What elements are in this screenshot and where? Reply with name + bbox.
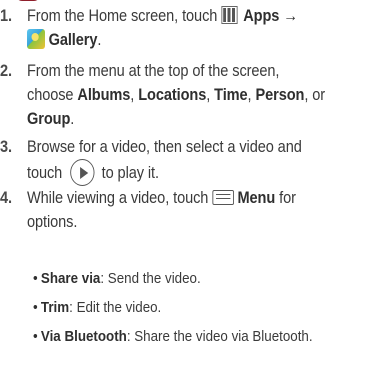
group-label: Group (27, 110, 71, 128)
step-line: From the Home screen, touch Apps → (27, 4, 298, 28)
gallery-label: Gallery (48, 31, 98, 49)
step-text: Browse for a video, then select a video … (27, 135, 302, 186)
step-text: From the Home screen, touch Apps → Galle… (27, 4, 298, 52)
step-text-prefix: choose (27, 86, 74, 104)
person-label: Person (255, 86, 305, 104)
gallery-icon (27, 29, 45, 49)
step-number: 3. (0, 138, 12, 156)
heading-fragment (16, 0, 40, 1)
play-icon (69, 159, 95, 186)
separator: , (247, 86, 252, 104)
bullet-label: Via Bluetooth (40, 328, 127, 345)
bullet-share-via: • Share via: Send the video. (33, 267, 201, 291)
step-number: 2. (0, 62, 12, 80)
step-number: 4. (0, 189, 12, 207)
step-text: From the menu at the top of the screen, … (27, 59, 325, 131)
bullet-label: Trim (40, 299, 70, 316)
or-text: , or (304, 86, 326, 104)
apps-grid-icon (221, 6, 238, 24)
step-line: options. (27, 213, 78, 231)
bullet-trim: • Trim: Edit the video. (33, 296, 161, 320)
menu-icon (212, 190, 234, 205)
step-text-prefix: From the Home screen, touch (27, 7, 218, 25)
separator: , (130, 86, 135, 104)
bullet-text: : Send the video. (100, 270, 201, 287)
time-label: Time (214, 86, 248, 104)
step-text-suffix: to play it. (101, 164, 159, 182)
instruction-page: 1. From the Home screen, touch Apps → Ga… (0, 0, 374, 367)
bullet-icon: • (33, 270, 38, 287)
menu-label: Menu (237, 189, 276, 207)
bullet-text: : Edit the video. (69, 299, 162, 316)
step-line: While viewing a video, touch Menu for (27, 186, 296, 210)
bullet-via-bluetooth: • Via Bluetooth: Share the video via Blue… (33, 325, 313, 349)
step-line: choose Albums, Locations, Time, Person, … (27, 83, 325, 107)
bullet-icon: • (33, 328, 38, 345)
step-line: Browse for a video, then select a video … (27, 138, 302, 156)
separator: , (206, 86, 211, 104)
step-line: touch to play it. (27, 159, 302, 186)
step-line: From the menu at the top of the screen, (27, 62, 280, 80)
step-text: While viewing a video, touch Menu for op… (27, 186, 296, 234)
step-period: . (70, 110, 75, 128)
bullet-icon: • (33, 299, 38, 316)
albums-label: Albums (77, 86, 131, 104)
step-text-prefix: touch (27, 164, 63, 182)
bullet-label: Share via (40, 270, 101, 287)
step-line: Group. (27, 107, 325, 131)
step-text-suffix: for (279, 189, 296, 207)
bullet-text: : Share the video via Bluetooth. (126, 328, 313, 345)
step-period: . (97, 31, 102, 49)
step-number: 1. (0, 7, 12, 25)
apps-label: Apps (243, 7, 280, 25)
step-line: Gallery. (27, 28, 298, 52)
step-text-prefix: While viewing a video, touch (27, 189, 209, 207)
arrow-glyph: → (283, 7, 298, 25)
locations-label: Locations (138, 86, 207, 104)
